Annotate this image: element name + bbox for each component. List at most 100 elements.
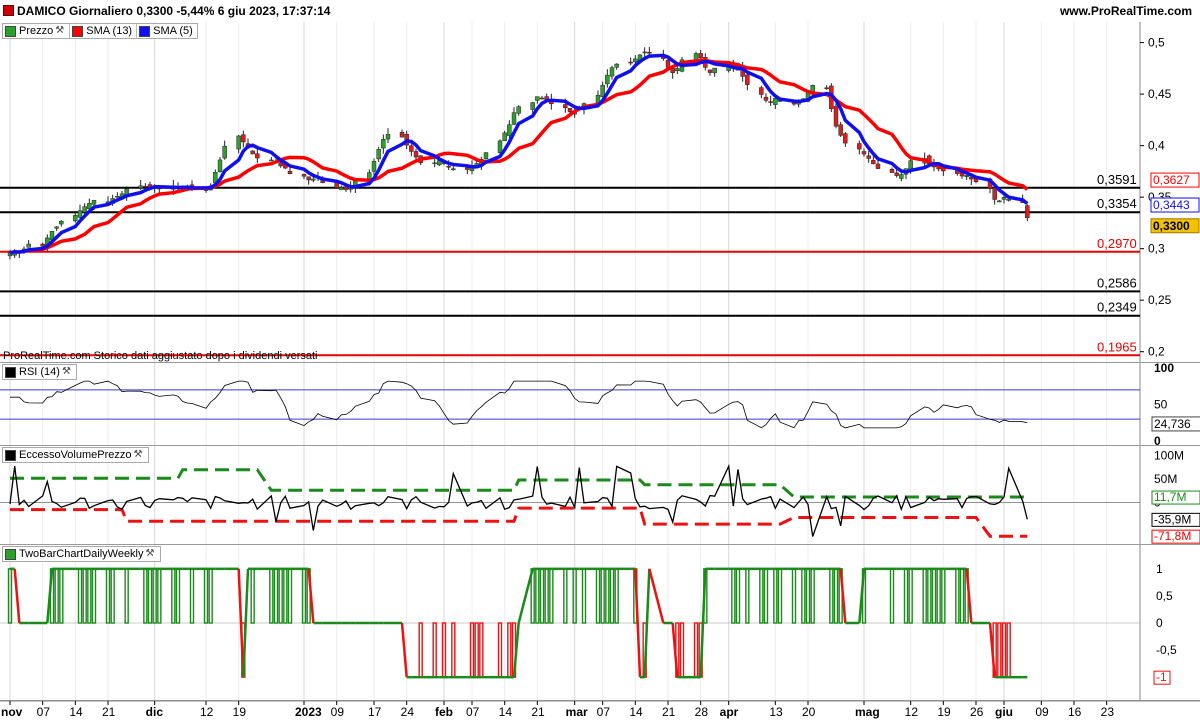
tbc-tick-label: 0,5 [1156,589,1173,603]
wrench-icon[interactable]: ⚒ [146,549,156,559]
legend-rsi[interactable]: RSI (14) ⚒ [3,365,76,379]
candle-body [1001,197,1007,200]
candle-body [992,187,997,200]
candle-body [339,187,344,190]
price-tick-label: 0,2 [1148,345,1165,359]
candle-body [376,149,381,160]
candle-body [698,53,703,59]
candle-body [59,220,64,225]
x-tick-label: 20 [802,705,816,719]
candle-body [665,59,671,68]
legend-sma5[interactable]: SMA (5) [137,24,197,38]
evp-tick-label: 100M [1154,449,1184,463]
x-tick-label: 07 [466,705,480,719]
chart-canvas[interactable]: 0,50,450,40,350,30,250,20,35910,33540,29… [0,22,1200,720]
support-level-label: 0,2586 [1097,275,1137,290]
candle-body [138,185,143,189]
tbc-badge-label: -1 [1156,670,1167,684]
candle-body [446,165,451,168]
candle-body [628,61,633,64]
x-tick-label: 21 [102,705,116,719]
wrench-icon[interactable]: ⚒ [62,367,72,377]
candle-body [894,172,899,176]
x-tick-label: 17 [368,705,382,719]
x-tick-label: 14 [499,705,513,719]
x-tick-label: 23 [1101,705,1115,719]
legend-tbc[interactable]: TwoBarChartDailyWeekly ⚒ [3,547,160,561]
candle-body [567,108,573,113]
candle-body [465,167,470,170]
legend-sma13[interactable]: SMA (13) [70,24,138,38]
x-tick-label: 24 [401,705,415,719]
candle-body [77,210,83,218]
site-url[interactable]: www.ProRealTime.com [1060,4,1192,18]
candle-body [311,178,316,181]
price-tick-label: 0,3 [1148,242,1165,256]
candle-body [763,96,769,101]
candle-body [255,153,260,159]
x-tick-label: 09 [1035,705,1049,719]
candle-body [889,168,895,173]
candle-body [833,106,839,127]
candle-body [707,69,713,73]
x-tick-label: 19 [233,705,247,719]
legend-price[interactable]: Prezzo ⚒ [3,24,71,38]
candle-body [838,124,843,136]
support-level-label: 0,2349 [1097,300,1137,315]
support-level-label: 0,3591 [1097,172,1137,187]
sma5-swatch-icon [139,25,151,37]
candle-body [875,163,881,169]
candle-body [371,161,377,172]
x-tick-label: mar [566,705,588,719]
candle-body [385,134,391,140]
rsi-swatch-icon [5,366,16,378]
candle-body [287,170,293,174]
candle-body [1025,205,1030,219]
x-tick-label: 28 [695,705,709,719]
tbc-tick-label: 0 [1156,616,1163,630]
rsi-tick-label: 50 [1154,398,1168,412]
candle-body [861,151,867,155]
x-tick-label: dic [146,705,164,719]
candle-body [866,155,871,159]
candle-body [54,226,59,229]
legend-evp[interactable]: EccessoVolumePrezzo ⚒ [3,448,148,462]
candle-body [857,143,862,150]
x-tick-label: 16 [1068,705,1082,719]
x-tick-label: 26 [970,705,984,719]
evp-tick-label: 50M [1154,472,1177,486]
rsi-tick-label: 0 [1154,434,1161,448]
wrench-icon[interactable]: ⚒ [134,450,144,460]
candle-body [497,140,503,153]
candle-body [675,68,680,72]
x-tick-label: 21 [531,705,545,719]
candle-body [451,168,456,171]
rsi-legend: RSI (14) ⚒ [2,364,77,380]
candle-body [530,102,535,110]
candle-body [409,145,414,152]
price-badge-label: 0,3627 [1153,173,1190,187]
candle-body [301,174,307,177]
price-tick-label: 0,25 [1148,293,1172,307]
x-tick-label: 14 [69,705,83,719]
candle-body [600,84,605,97]
candle-body [82,206,87,213]
candle-body [647,51,652,54]
tbc-tick-label: 1 [1156,562,1163,576]
x-tick-label: 13 [769,705,783,719]
candle-body [614,63,619,68]
wrench-icon[interactable]: ⚒ [55,26,65,36]
x-tick-label: 14 [629,705,643,719]
candle-body [306,176,311,181]
x-tick-label: 07 [597,705,611,719]
candle-body [642,51,647,54]
candle-body [217,159,223,172]
candle-body [712,67,717,74]
top-bar: DAMICO Giornaliero 0,3300 -5,44% 6 giu 2… [0,0,1200,23]
x-tick-label: 2023 [295,705,322,719]
x-tick-label: 07 [37,705,51,719]
candle-body [535,96,540,101]
candle-body [143,185,148,188]
candle-body [115,196,120,198]
candle-body [26,243,31,248]
